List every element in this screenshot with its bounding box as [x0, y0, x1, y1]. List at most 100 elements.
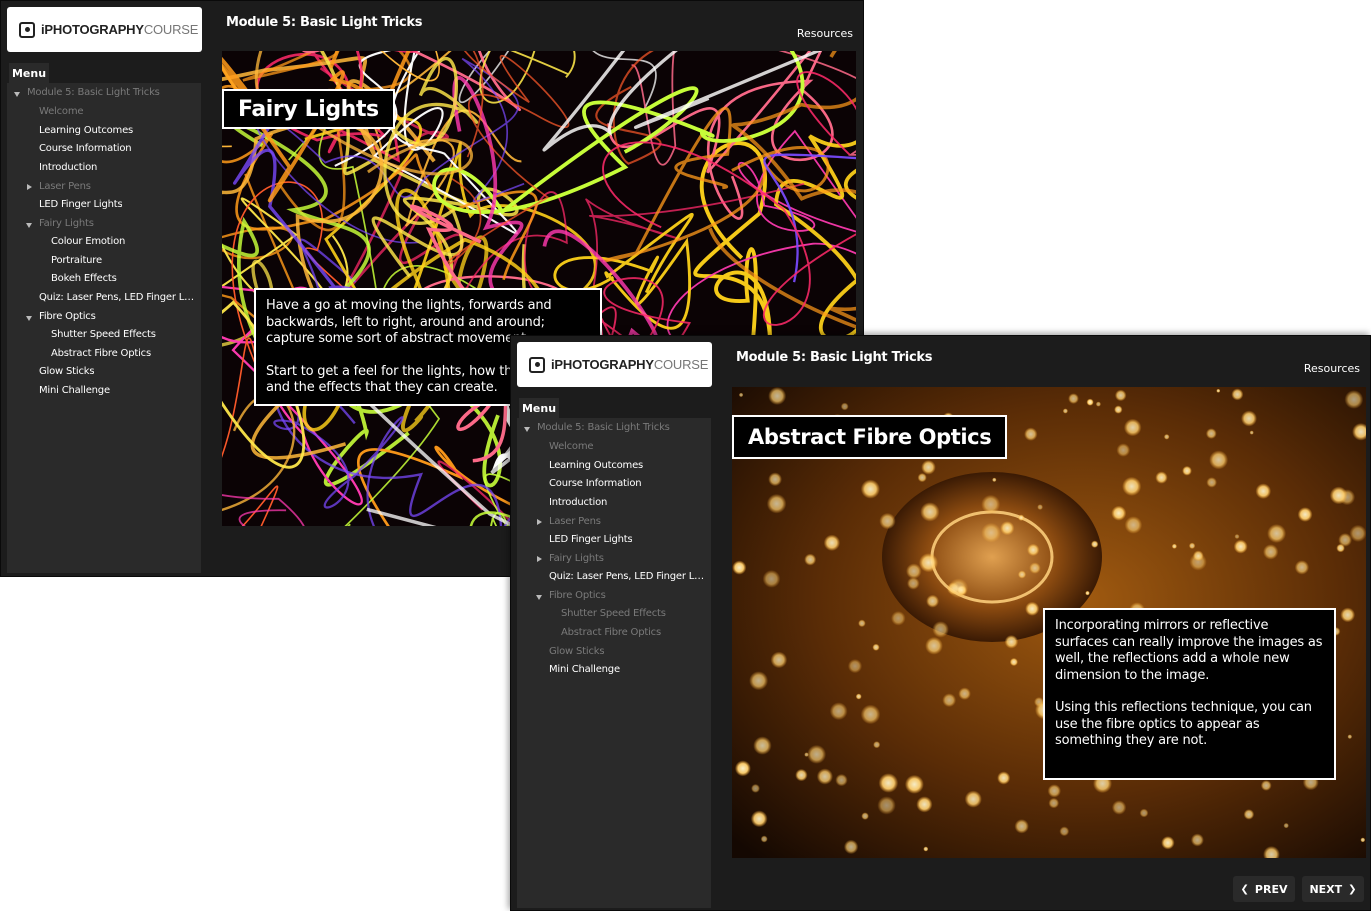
- caret-down-icon[interactable]: [26, 316, 32, 321]
- bokeh-dot: [1243, 809, 1255, 820]
- menu-item[interactable]: Quiz: Laser Pens, LED Finger Ligh...: [549, 571, 705, 582]
- menu-item[interactable]: Portraiture: [51, 255, 102, 266]
- bokeh-dot: [1123, 418, 1142, 437]
- menu-item[interactable]: Learning Outcomes: [39, 125, 133, 136]
- bokeh-dot: [1216, 388, 1221, 393]
- bokeh-dot: [795, 768, 808, 782]
- menu-tab[interactable]: Menu: [519, 398, 559, 418]
- menu-item[interactable]: Quiz: Laser Pens, LED Finger Ligh...: [39, 292, 195, 303]
- bokeh-dot: [878, 773, 899, 793]
- menu-item[interactable]: Fibre Optics: [549, 590, 606, 601]
- menu-item[interactable]: Abstract Fibre Optics: [51, 348, 151, 359]
- resources-link[interactable]: Resources: [1304, 362, 1360, 375]
- chevron-right-icon: ❯: [1348, 883, 1357, 895]
- bokeh-dot: [1263, 544, 1279, 560]
- bokeh-dot: [860, 479, 880, 499]
- slide-stage: Abstract Fibre Optics Incorporating mirr…: [732, 387, 1366, 858]
- menu-tab[interactable]: Menu: [9, 63, 49, 83]
- menu-item[interactable]: Mini Challenge: [39, 385, 110, 396]
- slide-text-card: Incorporating mirrors or reflective surf…: [1043, 608, 1336, 780]
- menu-item[interactable]: Welcome: [39, 106, 83, 117]
- bokeh-dot: [1111, 800, 1127, 815]
- bokeh-dot: [1009, 657, 1018, 667]
- bokeh-dot: [847, 659, 863, 674]
- logo-text-bold: iPHOTOGRAPHY: [41, 22, 144, 37]
- logo[interactable]: iPHOTOGRAPHYCOURSE: [517, 342, 712, 387]
- bokeh-dot: [1205, 428, 1217, 439]
- camera-logo-icon: [529, 356, 545, 373]
- menu-item[interactable]: Fibre Optics: [39, 311, 96, 322]
- bokeh-dot: [879, 512, 896, 530]
- caret-right-icon[interactable]: [537, 556, 542, 562]
- bokeh-dot: [1344, 390, 1364, 409]
- logo-text-bold: iPHOTOGRAPHY: [551, 357, 654, 372]
- bokeh-dot: [860, 704, 881, 725]
- logo[interactable]: iPHOTOGRAPHYCOURSE: [7, 7, 202, 52]
- bokeh-dot: [807, 744, 827, 764]
- menu-item[interactable]: LED Finger Lights: [549, 534, 632, 545]
- bokeh-dot: [904, 774, 924, 794]
- bokeh-dot: [843, 839, 859, 855]
- menu-item[interactable]: LED Finger Lights: [39, 199, 122, 210]
- bokeh-dot: [732, 560, 747, 575]
- menu-item[interactable]: Introduction: [549, 497, 607, 508]
- menu-item[interactable]: Module 5: Basic Light Tricks: [27, 87, 160, 98]
- bokeh-dot: [1267, 524, 1287, 543]
- bokeh-dot: [1161, 836, 1175, 850]
- bokeh-dot: [981, 522, 1001, 543]
- menu-item[interactable]: Welcome: [549, 441, 593, 452]
- caret-down-icon[interactable]: [524, 427, 530, 432]
- bokeh-dot: [1283, 822, 1289, 829]
- menu-item[interactable]: Bokeh Effects: [51, 273, 117, 284]
- prev-button[interactable]: ❮ PREV: [1233, 876, 1295, 902]
- resources-link[interactable]: Resources: [797, 27, 853, 40]
- bokeh-dot: [1124, 516, 1143, 534]
- bokeh-dot: [1014, 819, 1029, 834]
- caret-down-icon[interactable]: [536, 595, 542, 600]
- menu-item[interactable]: Fairy Lights: [39, 218, 94, 229]
- bokeh-dot: [766, 493, 787, 514]
- bokeh-dot: [1037, 504, 1043, 510]
- menu-item[interactable]: Course Information: [549, 478, 641, 489]
- caret-right-icon[interactable]: [537, 519, 542, 525]
- menu-item[interactable]: Abstract Fibre Optics: [561, 627, 661, 638]
- bokeh-dot: [753, 736, 772, 755]
- menu-item[interactable]: Laser Pens: [549, 516, 601, 527]
- bokeh-dot: [926, 594, 940, 608]
- bokeh-dot: [918, 553, 939, 573]
- menu-item[interactable]: Introduction: [39, 162, 97, 173]
- bokeh-dot: [1047, 784, 1061, 798]
- bokeh-dot: [1086, 398, 1094, 406]
- bokeh-dot: [1027, 543, 1040, 557]
- menu-item[interactable]: Learning Outcomes: [549, 460, 643, 471]
- bokeh-dot: [1260, 780, 1272, 791]
- menu-item[interactable]: Laser Pens: [39, 181, 91, 192]
- menu-item[interactable]: Module 5: Basic Light Tricks: [537, 422, 670, 433]
- menu-item[interactable]: Fairy Lights: [549, 553, 604, 564]
- bokeh-dot: [760, 835, 768, 843]
- bokeh-dot: [1340, 607, 1356, 623]
- bokeh-dot: [1139, 808, 1149, 818]
- bokeh-dot: [1029, 562, 1041, 574]
- bokeh-dot: [1059, 826, 1070, 837]
- bokeh-dot: [1025, 601, 1040, 616]
- caret-down-icon[interactable]: [26, 223, 32, 228]
- logo-text-light: COURSE: [143, 22, 199, 37]
- menu-item[interactable]: Course Information: [39, 143, 131, 154]
- bokeh-dot: [1122, 476, 1142, 496]
- caret-down-icon[interactable]: [14, 92, 20, 97]
- menu-item[interactable]: Glow Sticks: [549, 646, 604, 657]
- menu-item[interactable]: Shutter Speed Effects: [561, 608, 666, 619]
- menu-item[interactable]: Shutter Speed Effects: [51, 329, 156, 340]
- course-window-fibre-optics: iPHOTOGRAPHYCOURSE Module 5: Basic Light…: [510, 335, 1371, 911]
- menu-item[interactable]: Mini Challenge: [549, 664, 620, 675]
- bokeh-dot: [751, 783, 760, 793]
- caret-right-icon[interactable]: [27, 184, 32, 190]
- camera-logo-icon: [19, 21, 35, 38]
- bokeh-dot: [1241, 410, 1257, 427]
- next-button[interactable]: NEXT ❯: [1302, 876, 1364, 902]
- menu-item[interactable]: Glow Sticks: [39, 366, 94, 377]
- menu-item[interactable]: Colour Emotion: [51, 236, 125, 247]
- bokeh-dot: [738, 392, 744, 398]
- bokeh-dot: [1294, 560, 1310, 575]
